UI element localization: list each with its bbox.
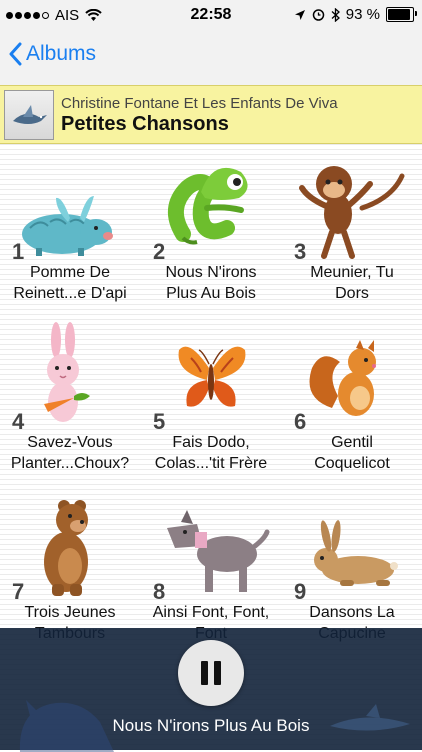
pause-icon xyxy=(201,661,208,685)
track-tile[interactable]: 6 Gentil Coquelicot xyxy=(282,318,422,488)
track-title: Fais Dodo, Colas...'tit Frère xyxy=(154,434,268,472)
track-title: Gentil Coquelicot xyxy=(314,434,390,472)
track-title: Nous N'irons Plus Au Bois xyxy=(165,264,257,302)
now-playing-title: Nous N'irons Plus Au Bois xyxy=(112,716,310,735)
status-bar: AIS 22:58 93 % xyxy=(0,0,422,30)
track-tile[interactable]: 4 Savez-Vous Planter...Choux? xyxy=(0,318,140,488)
pause-button[interactable] xyxy=(178,640,244,706)
track-tile[interactable]: 3 Meunier, Tu Dors xyxy=(282,148,422,318)
track-tile[interactable]: 2 Nous N'irons Plus Au Bois xyxy=(141,148,281,318)
location-arrow-icon xyxy=(294,9,305,20)
bluetooth-icon xyxy=(331,7,340,22)
track-tile[interactable]: 5 Fais Dodo, Colas...'tit Frère xyxy=(141,318,281,488)
track-grid: 1 Pomme De Reinett...e D'api 2 Nous N'iro… xyxy=(0,148,422,642)
album-artwork xyxy=(4,90,54,140)
alarm-icon xyxy=(312,9,325,21)
bird-icon xyxy=(13,105,47,124)
chevron-left-icon xyxy=(9,42,22,66)
back-label: Albums xyxy=(26,42,97,65)
album-artist: Christine Fontane Et Les Enfants De Viva xyxy=(61,95,338,112)
track-tile[interactable]: 1 Pomme De Reinett...e D'api xyxy=(0,148,140,318)
navigation-bar: Albums xyxy=(0,30,422,85)
now-playing-bar: Nous N'irons Plus Au Bois xyxy=(0,628,422,752)
battery-percent: 93 % xyxy=(345,6,380,23)
battery-icon xyxy=(386,7,417,22)
album-header: Christine Fontane Et Les Enfants De Viva… xyxy=(0,85,422,144)
track-title: Savez-Vous Planter...Choux? xyxy=(10,434,130,472)
track-title: Meunier, Tu Dors xyxy=(310,264,394,302)
back-button[interactable]: Albums xyxy=(8,42,96,66)
album-title: Petites Chansons xyxy=(61,113,229,135)
status-right: 93 % xyxy=(294,6,417,23)
pause-icon-bar xyxy=(214,661,221,685)
track-title: Pomme De Reinett...e D'api xyxy=(13,264,127,302)
